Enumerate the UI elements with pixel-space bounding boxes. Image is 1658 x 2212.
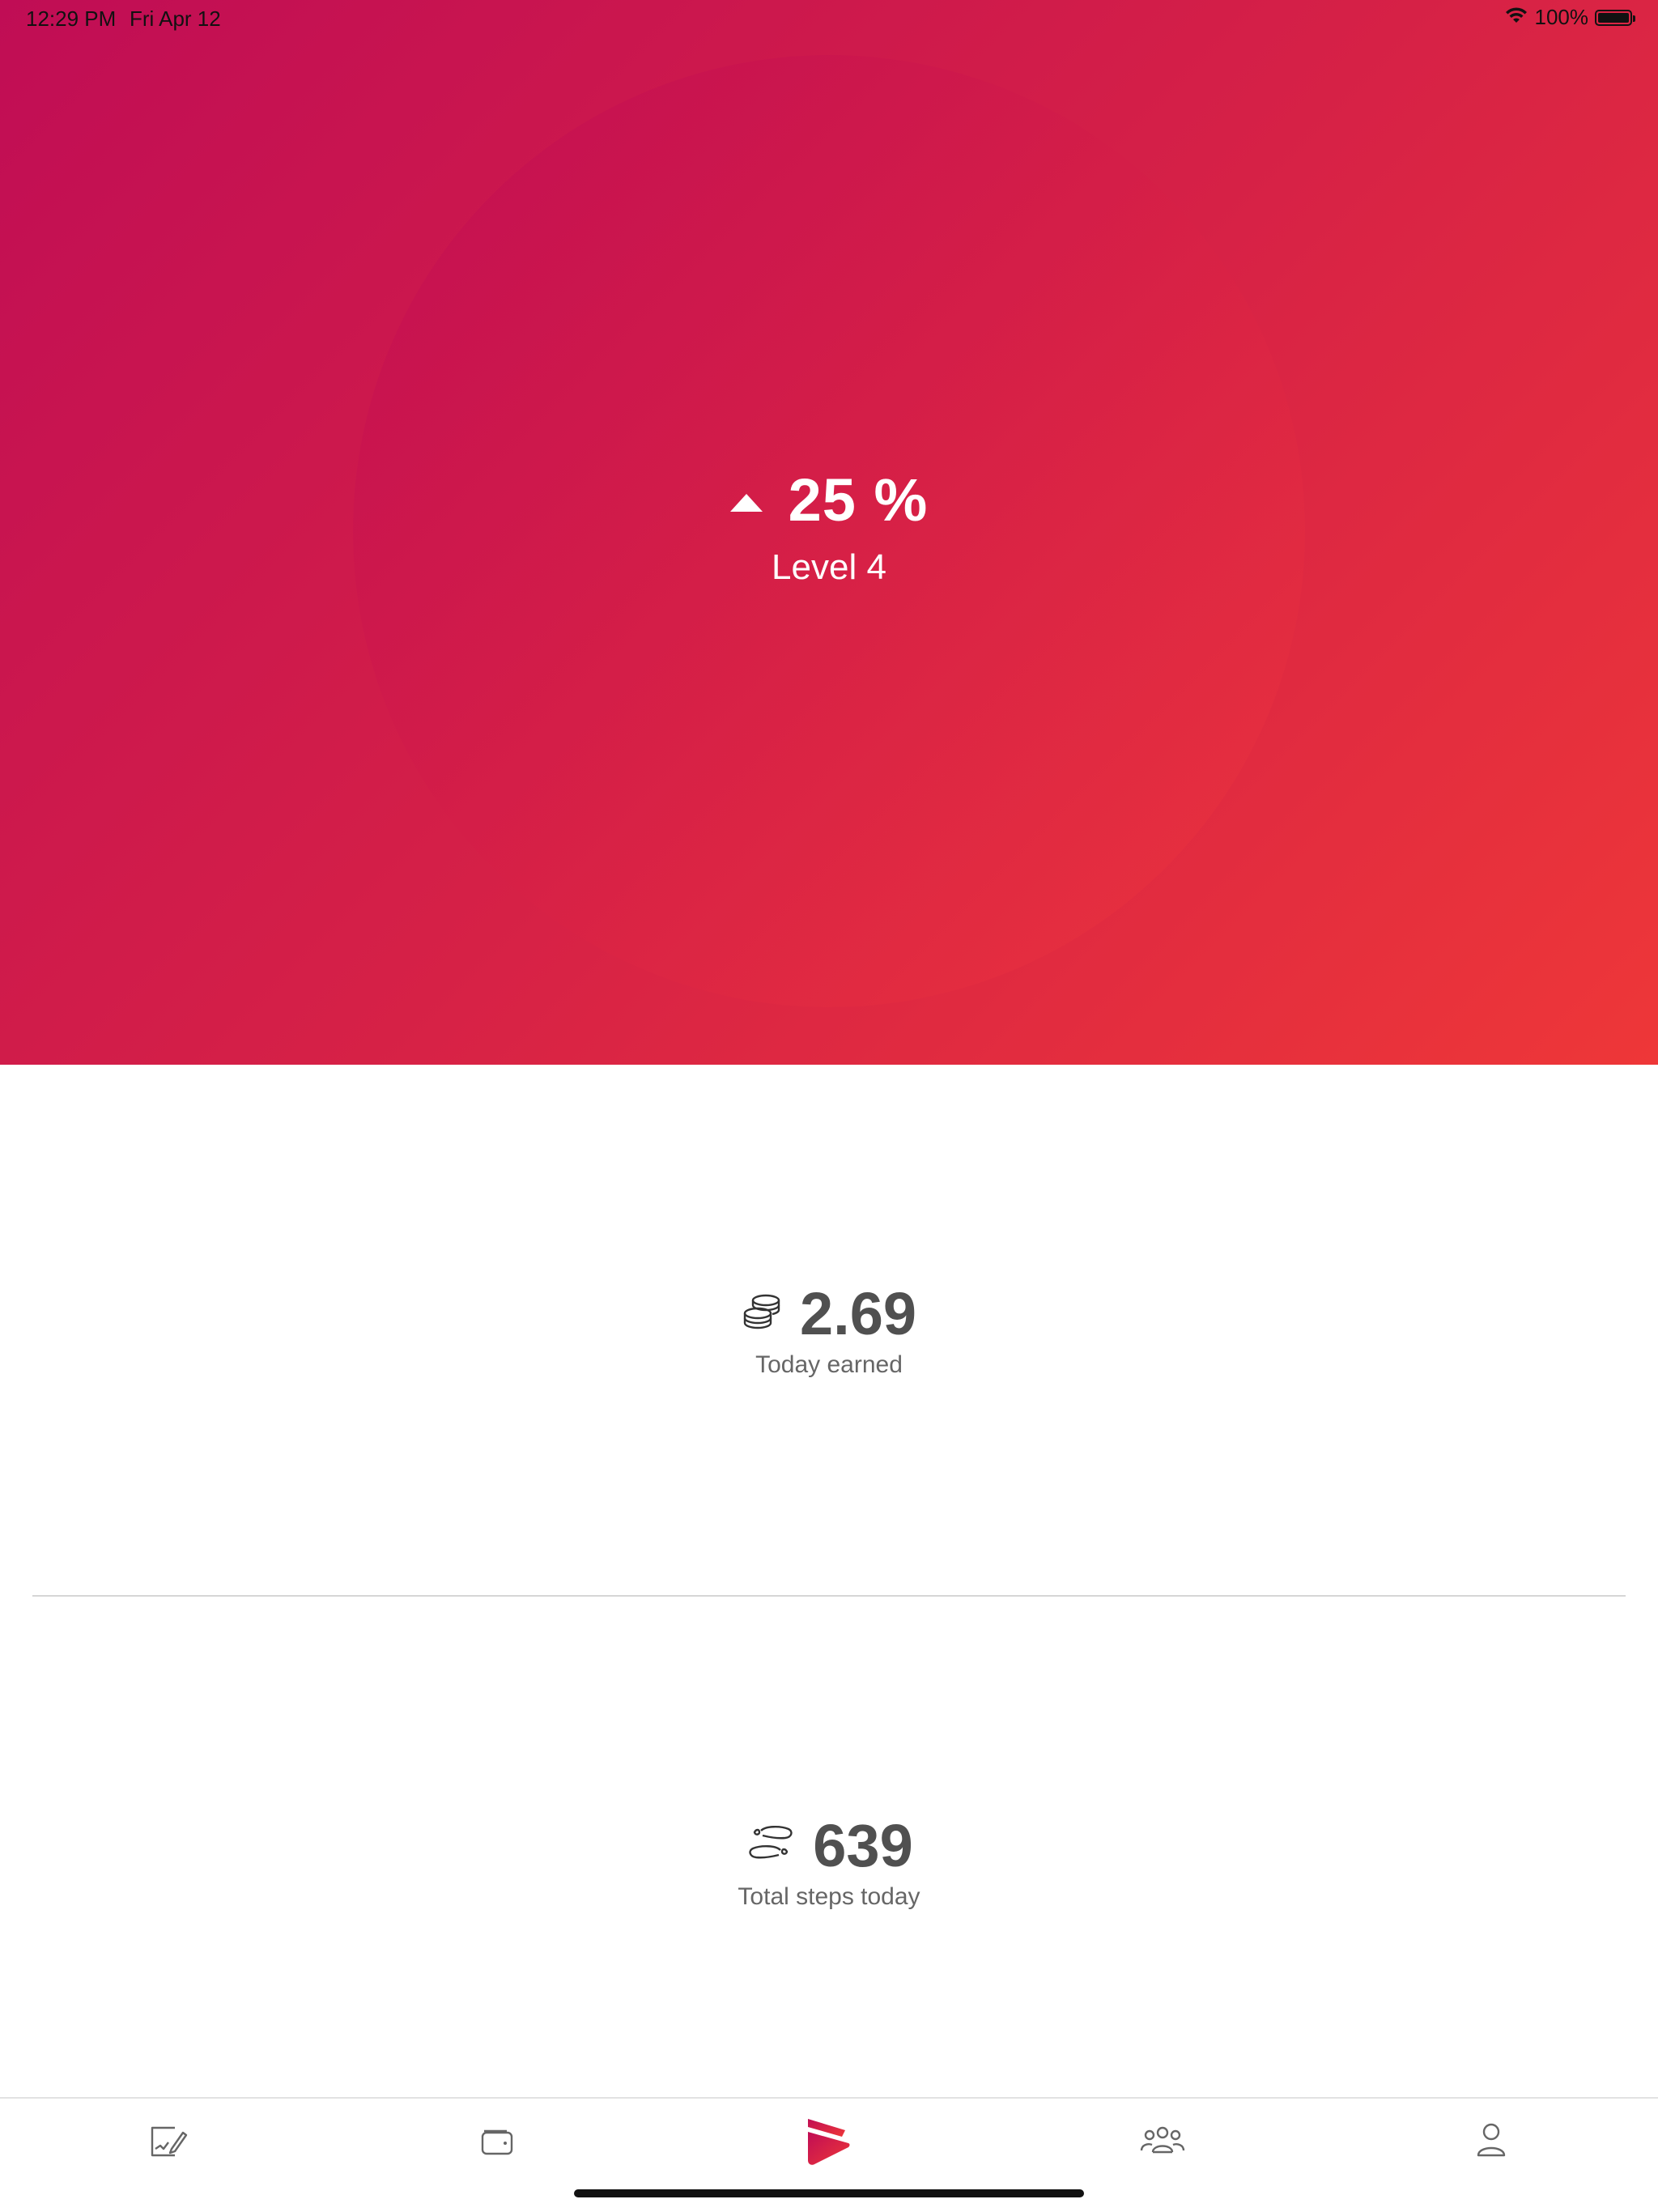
today-earned-value: 2.69 [799, 1280, 917, 1347]
tab-home[interactable] [803, 2118, 852, 2167]
level-hero: 12:29 PM Fri Apr 12 100% 25 % Level 4 [0, 0, 1658, 1065]
battery-fill [1598, 12, 1629, 23]
tab-dashboard[interactable] [142, 2118, 191, 2167]
footsteps-icon [745, 1823, 797, 1869]
screen: 12:29 PM Fri Apr 12 100% 25 % Level 4 2.… [0, 0, 1658, 2212]
battery-percentage: 100% [1534, 5, 1589, 29]
today-earned-label: Today earned [755, 1351, 903, 1378]
total-steps-label: Total steps today [738, 1883, 920, 1910]
status-date: Fri Apr 12 [130, 6, 221, 31]
wallet-icon [478, 2123, 517, 2163]
profile-icon [1473, 2121, 1509, 2164]
up-triangle-icon [729, 493, 763, 512]
level-label: Level 4 [772, 547, 886, 587]
status-bar: 12:29 PM Fri Apr 12 100% [0, 0, 1658, 39]
today-earned-stat: 2.69 Today earned [0, 1279, 1658, 1379]
battery-icon [1595, 9, 1635, 26]
chart-edit-icon [146, 2121, 188, 2164]
community-icon [1140, 2123, 1185, 2163]
tab-community[interactable] [1138, 2118, 1187, 2167]
app-logo-icon [803, 2116, 852, 2170]
status-indicators: 100% [1504, 5, 1635, 30]
stats-divider [32, 1595, 1626, 1597]
total-steps-value: 639 [813, 1812, 913, 1879]
tab-profile[interactable] [1467, 2118, 1516, 2167]
status-time: 12:29 PM [26, 6, 117, 31]
wifi-icon [1504, 5, 1528, 30]
tab-wallet[interactable] [473, 2118, 521, 2167]
home-indicator[interactable] [574, 2189, 1084, 2197]
level-progress-percent: 25 % [788, 466, 929, 534]
level-summary: 25 % Level 4 [0, 466, 1658, 588]
coins-icon [742, 1292, 784, 1335]
total-steps-stat: 639 Total steps today [0, 1811, 1658, 1911]
